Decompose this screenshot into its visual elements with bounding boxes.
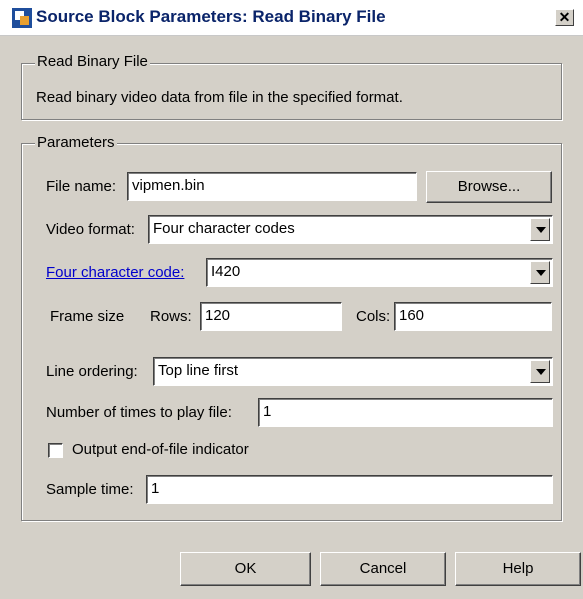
simulink-block-icon bbox=[12, 8, 32, 28]
video-format-value: Four character codes bbox=[153, 220, 295, 237]
chevron-down-icon[interactable] bbox=[530, 360, 550, 383]
help-button[interactable]: Help bbox=[455, 552, 581, 586]
cancel-button[interactable]: Cancel bbox=[320, 552, 446, 586]
parameters-group-legend: Parameters bbox=[35, 134, 117, 151]
play-times-input[interactable]: 1 bbox=[258, 398, 553, 427]
line-ordering-select[interactable]: Top line first bbox=[153, 357, 553, 386]
video-format-label: Video format: bbox=[46, 221, 135, 238]
ok-button[interactable]: OK bbox=[180, 552, 311, 586]
eof-indicator-checkbox[interactable] bbox=[48, 443, 63, 458]
chevron-down-icon[interactable] bbox=[530, 218, 550, 241]
rows-input[interactable]: 120 bbox=[200, 302, 342, 331]
four-cc-value: I420 bbox=[211, 263, 241, 280]
chevron-down-icon[interactable] bbox=[530, 261, 550, 284]
window-title: Source Block Parameters: Read Binary Fil… bbox=[36, 7, 386, 26]
close-icon: ✕ bbox=[558, 9, 571, 25]
line-ordering-value: Top line first bbox=[158, 362, 239, 379]
close-button[interactable]: ✕ bbox=[555, 9, 574, 26]
rows-label: Rows: bbox=[150, 308, 192, 325]
frame-size-label: Frame size bbox=[50, 308, 125, 325]
cols-input[interactable]: 160 bbox=[394, 302, 552, 331]
cols-label: Cols: bbox=[356, 308, 391, 325]
sample-time-input[interactable]: 1 bbox=[146, 475, 553, 504]
browse-button[interactable]: Browse... bbox=[426, 171, 552, 203]
title-bar: Source Block Parameters: Read Binary Fil… bbox=[0, 0, 583, 36]
sample-time-label: Sample time: bbox=[46, 481, 134, 498]
file-name-label: File name: bbox=[46, 178, 117, 195]
four-cc-select[interactable]: I420 bbox=[206, 258, 553, 287]
eof-indicator-label: Output end-of-file indicator bbox=[72, 441, 249, 458]
line-ordering-label: Line ordering: bbox=[46, 363, 138, 380]
file-name-input[interactable]: vipmen.bin bbox=[127, 172, 417, 201]
four-cc-link[interactable]: Four character code: bbox=[46, 264, 184, 281]
play-times-label: Number of times to play file: bbox=[46, 404, 232, 421]
description-group-legend: Read Binary File bbox=[35, 53, 150, 70]
video-format-select[interactable]: Four character codes bbox=[148, 215, 553, 244]
description-text: Read binary video data from file in the … bbox=[36, 89, 403, 106]
